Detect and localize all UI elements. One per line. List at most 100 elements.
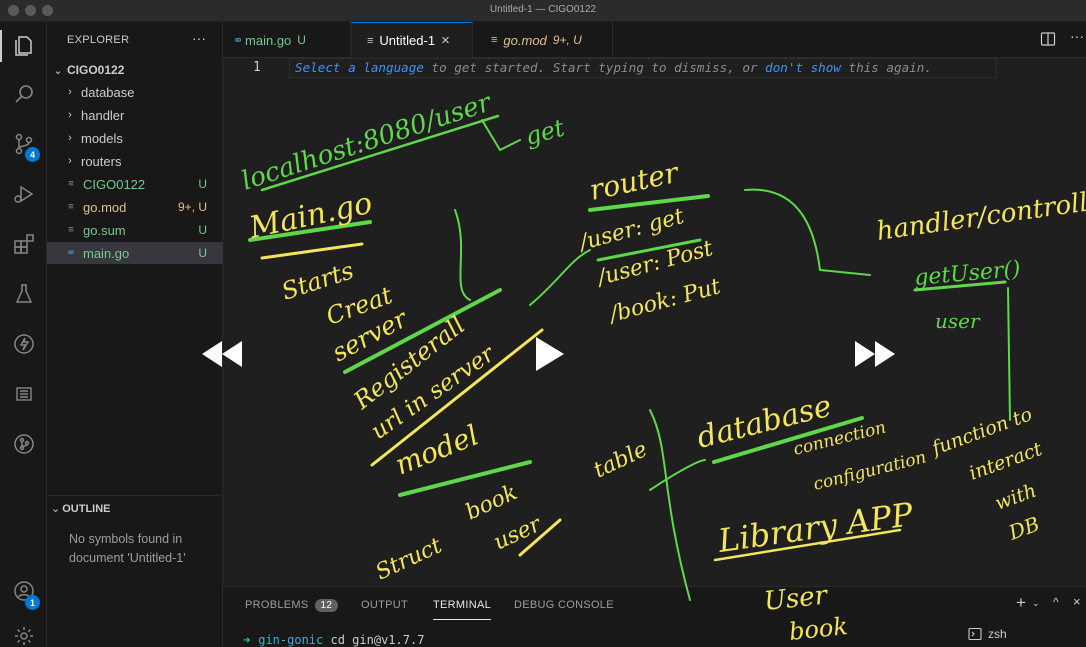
terminal-dir: gin-gonic <box>258 633 324 647</box>
testing-icon <box>15 284 32 303</box>
go-file-icon: ∞ <box>235 34 242 46</box>
chevron-down-icon: ⌄ <box>53 64 63 77</box>
chevron-right-icon: › <box>68 132 72 144</box>
go-file-icon: ∞ <box>68 248 74 258</box>
select-language-link[interactable]: Select a language <box>295 60 424 75</box>
tab-status: U <box>297 33 306 47</box>
file-lines-icon: ≡ <box>68 202 74 212</box>
tab-label: main.go <box>245 32 292 48</box>
tab-actions: ··· <box>1026 28 1086 50</box>
folder-label: handler <box>81 107 125 123</box>
file-status: U <box>198 223 207 237</box>
terminal-icon <box>968 627 982 641</box>
project-folder[interactable]: ⌄ CIGO0122 <box>47 59 223 81</box>
file-main-go[interactable]: ∞ main.go U <box>47 242 223 264</box>
accounts-activity[interactable]: 1 <box>0 569 47 613</box>
new-terminal-icon[interactable]: + <box>1016 593 1026 613</box>
explorer-more-button[interactable]: ··· <box>192 30 206 46</box>
folder-handler[interactable]: › handler <box>47 104 223 126</box>
folder-models[interactable]: › models <box>47 127 223 149</box>
folder-routers[interactable]: › routers <box>47 150 223 172</box>
chevron-down-icon[interactable]: ⌄ <box>1032 598 1040 609</box>
terminal-command: cd gin@v1.7.7 <box>330 633 425 647</box>
folder-label: routers <box>81 153 122 169</box>
search-icon <box>14 85 33 103</box>
hint-text: to get started. Start typing to dismiss,… <box>423 60 766 75</box>
file-status: U <box>198 246 207 260</box>
files-icon <box>14 36 32 56</box>
file-status: 9+, U <box>177 200 207 214</box>
file-label: main.go <box>83 245 130 261</box>
lightning-activity[interactable] <box>0 322 47 366</box>
play-button[interactable] <box>521 326 577 382</box>
bottom-panel: PROBLEMS 12 OUTPUT TERMINAL DEBUG CONSOLE… <box>223 586 1086 647</box>
folder-label: database <box>81 84 135 100</box>
fast-forward-icon <box>855 341 895 367</box>
file-status: U <box>198 177 207 191</box>
folder-label: models <box>81 130 123 146</box>
outline-title: OUTLINE <box>62 502 111 515</box>
panel-tab-label: PROBLEMS <box>245 599 309 611</box>
tab-close-button[interactable]: × <box>441 32 450 49</box>
editor-area[interactable]: 1 Select a language to get started. Star… <box>223 58 1086 586</box>
tab-label: go.mod <box>503 32 547 48</box>
terminal-line[interactable]: ➜ gin-gonic cd gin@v1.7.7 <box>243 633 424 647</box>
testing-activity[interactable] <box>0 272 47 316</box>
run-debug-icon <box>13 185 33 203</box>
manage-activity[interactable] <box>0 614 47 647</box>
chevron-down-icon: ⌄ <box>51 503 61 515</box>
tab-problems[interactable]: PROBLEMS 12 <box>245 599 339 612</box>
file-lines-icon: ≡ <box>491 34 498 46</box>
empty-editor-hint: Select a language to get started. Start … <box>295 60 932 75</box>
prompt-arrow: ➜ <box>243 633 251 647</box>
close-panel-icon[interactable]: × <box>1073 594 1081 609</box>
line-number: 1 <box>253 60 261 75</box>
fast-forward-button[interactable] <box>847 326 903 382</box>
maximize-panel-icon[interactable]: ^ <box>1053 595 1059 609</box>
tab-output[interactable]: OUTPUT <box>361 599 408 611</box>
tab-main-go[interactable]: ∞ main.go U <box>223 22 351 58</box>
more-actions-icon[interactable]: ··· <box>1070 28 1084 44</box>
outline-empty-message: No symbols found in document 'Untitled-1… <box>69 532 186 565</box>
tab-status: 9+, U <box>552 33 582 47</box>
tab-untitled-1[interactable]: ≡ Untitled-1 × <box>351 22 473 58</box>
project-name: CIGO0122 <box>67 63 125 77</box>
git-graph-icon <box>13 434 34 454</box>
run-debug-activity[interactable] <box>0 172 47 216</box>
explorer-header: EXPLORER <box>67 34 130 46</box>
tab-debug-console[interactable]: DEBUG CONSOLE <box>514 599 614 611</box>
git-graph-activity[interactable] <box>0 422 47 466</box>
activity-bar: 4 1 <box>0 22 47 647</box>
play-icon <box>536 337 564 371</box>
terminal-instance[interactable]: zsh <box>968 627 1007 641</box>
chevron-right-icon: › <box>68 155 72 167</box>
hint-text-end: this again. <box>840 60 932 75</box>
shell-name: zsh <box>988 627 1007 641</box>
lightning-icon <box>13 334 34 354</box>
file-cigo0122[interactable]: ≡ CIGO0122 U <box>47 173 223 195</box>
tab-terminal[interactable]: TERMINAL <box>433 599 492 620</box>
file-lines-icon: ≡ <box>68 179 74 189</box>
window-title: Untitled-1 — CIGO0122 <box>489 4 597 15</box>
file-lines-icon: ≡ <box>68 225 74 235</box>
list-icon <box>15 387 32 401</box>
explorer-activity[interactable] <box>0 24 47 68</box>
source-control-activity[interactable]: 4 <box>0 122 47 166</box>
title-bar: Untitled-1 — CIGO0122 <box>0 0 1086 22</box>
file-go-mod[interactable]: ≡ go.mod 9+, U <box>47 196 223 218</box>
split-editor-icon[interactable] <box>1040 31 1056 47</box>
search-activity[interactable] <box>0 72 47 116</box>
file-label: go.mod <box>83 199 127 215</box>
rewind-icon <box>202 341 242 367</box>
file-lines-icon: ≡ <box>367 34 374 47</box>
dont-show-link[interactable]: don't show <box>765 60 841 75</box>
outline-header[interactable]: ⌄ OUTLINE <box>47 495 223 521</box>
tab-go-mod[interactable]: ≡ go.mod 9+, U <box>473 22 613 58</box>
editor-tabs: ∞ main.go U ≡ Untitled-1 × ≡ go.mod 9+, … <box>223 22 1086 58</box>
extensions-activity[interactable] <box>0 222 47 266</box>
file-go-sum[interactable]: ≡ go.sum U <box>47 219 223 241</box>
rewind-button[interactable] <box>194 326 250 382</box>
file-label: CIGO0122 <box>83 176 146 192</box>
folder-database[interactable]: › database <box>47 81 223 103</box>
list-activity[interactable] <box>0 372 47 416</box>
